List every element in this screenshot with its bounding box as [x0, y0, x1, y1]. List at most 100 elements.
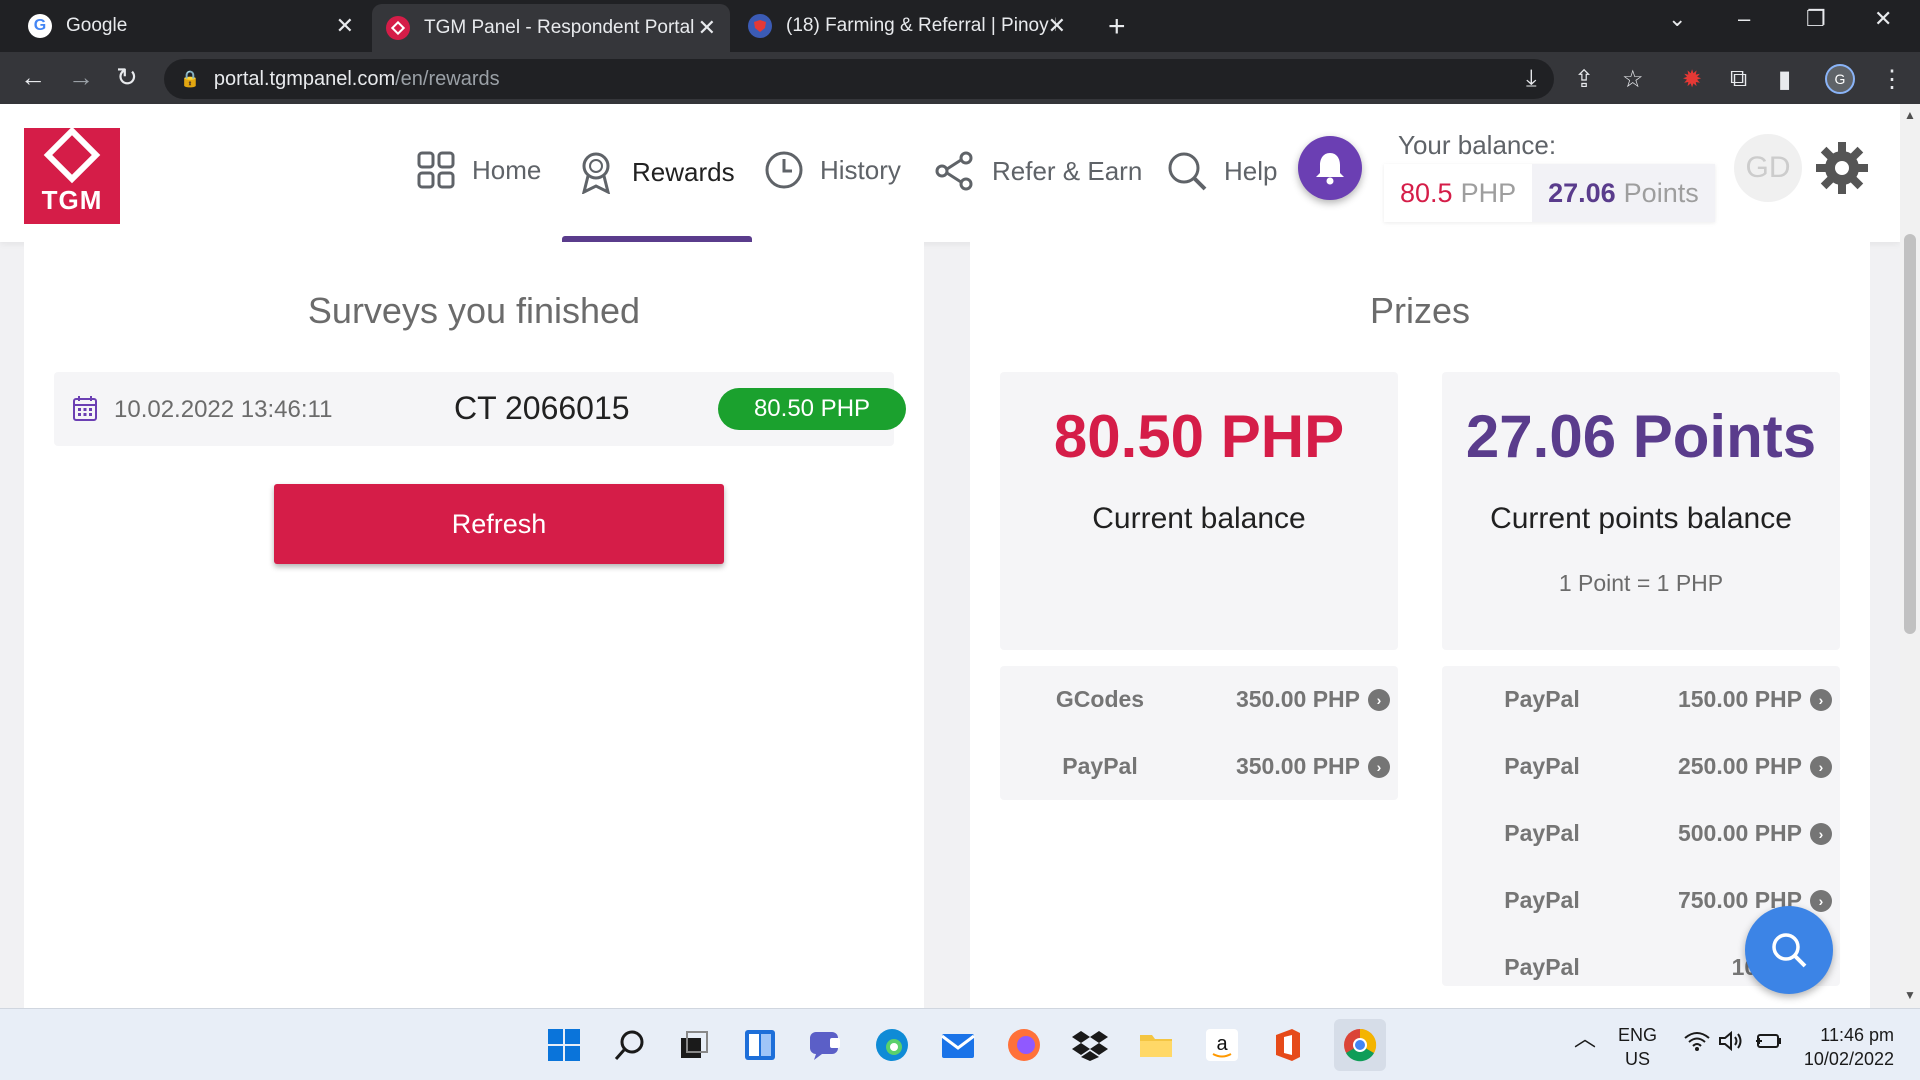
browser-tab-bar: G Google ✕ TGM Panel - Respondent Portal…: [0, 0, 1920, 52]
prize-provider: PayPal: [1504, 820, 1580, 846]
prize-option[interactable]: GCodes 350.00 PHP ›: [1000, 666, 1398, 733]
wifi-icon[interactable]: [1684, 1031, 1710, 1056]
puzzle-icon[interactable]: ⧉: [1730, 65, 1747, 93]
nav-home[interactable]: Home: [416, 150, 541, 190]
chevron-up-icon[interactable]: ︿: [1574, 1027, 1596, 1051]
chat-icon[interactable]: [806, 1025, 846, 1065]
nav-help[interactable]: Help: [1166, 150, 1277, 192]
battery-icon[interactable]: [1754, 1031, 1782, 1057]
tab-google[interactable]: G Google ✕: [14, 0, 368, 52]
nav-label: Rewards: [632, 156, 735, 187]
share-icon[interactable]: ⇪: [1574, 65, 1594, 94]
chevron-right-icon[interactable]: ›: [1810, 755, 1832, 778]
volume-icon[interactable]: [1718, 1030, 1744, 1057]
tab-title: Google: [66, 15, 128, 36]
window-close-button[interactable]: ✕: [1874, 6, 1892, 32]
logo-diamond-icon: [43, 126, 101, 184]
reload-icon[interactable]: ↻: [116, 62, 138, 93]
back-icon[interactable]: ←: [20, 62, 46, 93]
profile-avatar[interactable]: G: [1825, 64, 1855, 94]
prize-option[interactable]: PayPal 500.00 PHP ›: [1442, 800, 1840, 867]
close-icon[interactable]: ✕: [1048, 13, 1066, 39]
php-prize-list: GCodes 350.00 PHP › PayPal 350.00 PHP ›: [1000, 666, 1398, 800]
nav-rewards[interactable]: Rewards: [576, 150, 735, 194]
forward-icon[interactable]: →: [68, 62, 94, 93]
install-icon[interactable]: ⤓: [1526, 65, 1537, 93]
folder-icon[interactable]: [1136, 1025, 1176, 1065]
logo-text: TGM: [41, 185, 103, 215]
close-icon[interactable]: ✕: [336, 13, 354, 39]
grid-icon: [417, 151, 455, 189]
tgm-logo[interactable]: TGM: [24, 126, 120, 224]
balance-points: 27.06 Points: [1532, 164, 1715, 222]
tab-farming-referral[interactable]: (18) Farming & Referral | Pinoy In ✕: [734, 0, 1080, 52]
balance-points-unit: Points: [1623, 177, 1699, 208]
bell-icon: [1316, 153, 1344, 185]
url-path: /en/rewards: [395, 67, 500, 90]
nav-refer-earn[interactable]: Refer & Earn: [934, 150, 1142, 192]
search-fab-button[interactable]: [1745, 906, 1833, 994]
mail-icon[interactable]: [938, 1025, 978, 1065]
language-indicator[interactable]: ENG US: [1618, 1023, 1657, 1071]
surveys-title: Surveys you finished: [307, 290, 641, 331]
points-balance-amount: 27.06 Points: [1465, 403, 1817, 470]
tab-search-icon[interactable]: ⌄: [1668, 6, 1686, 32]
firefox-icon[interactable]: [1004, 1025, 1044, 1065]
page-scrollbar[interactable]: ▲ ▼: [1900, 104, 1920, 1008]
extension-icon[interactable]: ✹: [1682, 65, 1702, 94]
gear-icon[interactable]: [1814, 140, 1870, 201]
scrollbar-thumb[interactable]: [1904, 234, 1916, 634]
prize-option[interactable]: PayPal 250.00 PHP ›: [1442, 733, 1840, 800]
chevron-right-icon[interactable]: ›: [1810, 822, 1832, 845]
nav-history[interactable]: History: [764, 150, 901, 190]
scroll-up-icon[interactable]: ▲: [1904, 108, 1916, 122]
star-icon[interactable]: ☆: [1622, 65, 1644, 94]
chrome-icon[interactable]: [1334, 1019, 1386, 1071]
new-tab-button[interactable]: +: [1108, 10, 1126, 44]
tab-tgm-panel[interactable]: TGM Panel - Respondent Portal ✕: [372, 4, 730, 52]
url-field[interactable]: 🔒 portal.tgmpanel.com /en/rewards: [164, 59, 1554, 99]
user-avatar[interactable]: GD: [1734, 134, 1802, 202]
clock[interactable]: 11:46 pm 10/02/2022: [1798, 1023, 1894, 1071]
nav-label: Help: [1224, 155, 1278, 186]
minimize-button[interactable]: –: [1738, 6, 1750, 32]
search-icon[interactable]: [610, 1025, 650, 1065]
prize-provider: PayPal: [1504, 887, 1580, 913]
survey-id: CT 2066015: [454, 390, 630, 426]
balance-php: 80.5 PHP: [1384, 164, 1533, 222]
taskbar: a ︿ ENG US 11:46 pm 10/02/2022: [0, 1008, 1920, 1080]
prize-option[interactable]: PayPal 150.00 PHP ›: [1442, 666, 1840, 733]
surveys-panel: Surveys you finished 10.02.2022 13:46:11…: [24, 242, 924, 1008]
widgets-icon[interactable]: [740, 1025, 780, 1065]
prize-option[interactable]: PayPal 350.00 PHP ›: [1000, 733, 1398, 800]
close-icon[interactable]: ✕: [698, 15, 716, 41]
balance-label: Your balance:: [1398, 130, 1557, 160]
points-conversion-note: 1 Point = 1 PHP: [1558, 570, 1724, 596]
notification-bell[interactable]: [1298, 136, 1362, 200]
prize-value: 500.00 PHP: [1677, 820, 1802, 846]
prize-provider: PayPal: [1504, 753, 1580, 779]
survey-amount-badge: 80.50 PHP: [718, 388, 906, 430]
restore-button[interactable]: ❐: [1806, 6, 1826, 32]
nav-label: History: [820, 154, 901, 185]
balance-display: 80.5 PHP 27.06 Points: [1384, 164, 1715, 222]
sidepanel-icon[interactable]: ▮: [1778, 65, 1791, 94]
chevron-right-icon[interactable]: ›: [1810, 889, 1832, 912]
chevron-right-icon[interactable]: ›: [1368, 755, 1390, 778]
search-icon: [1772, 933, 1807, 968]
lang-code: ENG: [1618, 1025, 1658, 1045]
office-icon[interactable]: [1268, 1025, 1308, 1065]
edge-icon[interactable]: [872, 1025, 912, 1065]
amazon-icon[interactable]: a: [1202, 1025, 1242, 1065]
dropbox-icon[interactable]: [1070, 1025, 1110, 1065]
start-icon[interactable]: [544, 1025, 584, 1065]
php-balance-amount: 80.50 PHP: [1053, 403, 1345, 470]
balance-php-unit: PHP: [1460, 177, 1517, 208]
refresh-button[interactable]: Refresh: [274, 484, 724, 564]
menu-icon[interactable]: ⋮: [1880, 65, 1904, 94]
scroll-down-icon[interactable]: ▼: [1904, 988, 1916, 1002]
clock-time: 11:46 pm: [1820, 1025, 1894, 1045]
task-view-icon[interactable]: [674, 1025, 714, 1065]
chevron-right-icon[interactable]: ›: [1368, 688, 1390, 711]
chevron-right-icon[interactable]: ›: [1810, 688, 1832, 711]
